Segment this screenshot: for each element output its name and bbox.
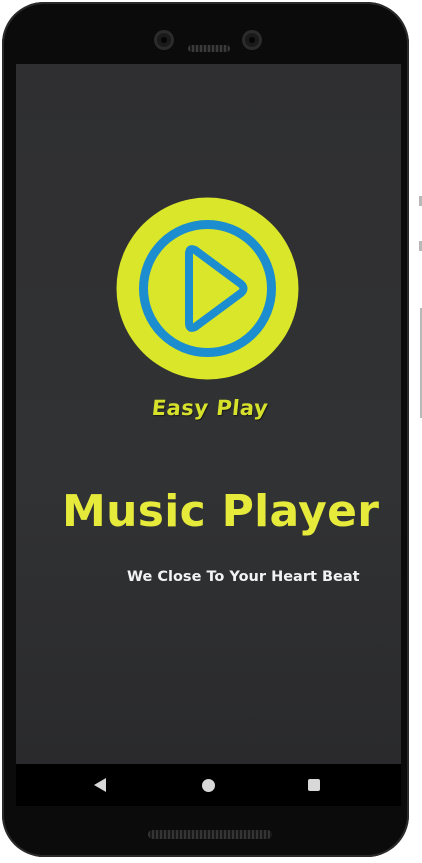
nav-home-button[interactable]	[178, 764, 238, 806]
play-logo-icon	[116, 197, 299, 380]
nav-recents-button[interactable]	[284, 764, 344, 806]
system-nav-bar	[16, 764, 401, 806]
front-camera-icon	[154, 30, 174, 50]
nav-back-button[interactable]	[70, 764, 130, 806]
bottom-speaker	[148, 830, 272, 839]
app-tagline: We Close To Your Heart Beat	[127, 569, 360, 585]
earpiece-speaker	[188, 45, 230, 52]
home-circle-icon	[201, 778, 215, 792]
recents-square-icon	[308, 779, 320, 791]
app-title: Music Player	[62, 486, 380, 537]
device-frame: Easy Play Music Player We Close To Your …	[0, 0, 422, 863]
splash-screen: Easy Play Music Player We Close To Your …	[16, 64, 401, 764]
front-camera-icon	[242, 30, 262, 50]
back-triangle-icon	[94, 778, 106, 792]
logo-caption: Easy Play	[150, 396, 270, 420]
